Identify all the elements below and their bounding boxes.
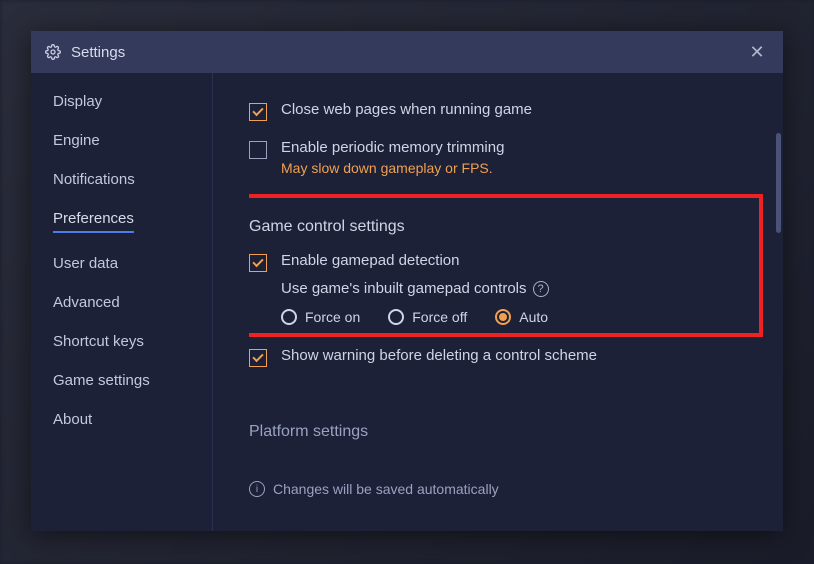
sidebar: Display Engine Notifications Preferences… [31, 73, 213, 531]
checkbox-icon[interactable] [249, 254, 267, 272]
settings-modal: Settings ✕ Display Engine Notifications … [31, 31, 783, 531]
option-label: Close web pages when running game [281, 101, 532, 118]
radio-label: Force on [305, 309, 360, 325]
sidebar-item-engine[interactable]: Engine [53, 132, 100, 149]
sidebar-item-notifications[interactable]: Notifications [53, 171, 135, 188]
radio-label: Force off [412, 309, 467, 325]
option-label: Enable gamepad detection [281, 252, 459, 269]
auto-save-note: i Changes will be saved automatically [249, 481, 763, 497]
checkbox-icon[interactable] [249, 349, 267, 367]
option-close-web-pages[interactable]: Close web pages when running game [249, 101, 763, 121]
option-label: Show warning before deleting a control s… [281, 347, 597, 364]
radio-icon [495, 309, 511, 325]
checkbox-icon[interactable] [249, 141, 267, 159]
section-title-platform: Platform settings [249, 423, 763, 441]
radio-force-off[interactable]: Force off [388, 309, 467, 325]
option-label: Enable periodic memory trimming [281, 139, 504, 156]
sidebar-item-shortcut-keys[interactable]: Shortcut keys [53, 333, 144, 350]
sidebar-item-game-settings[interactable]: Game settings [53, 372, 150, 389]
highlight-box: Game control settings Enable gamepad det… [249, 194, 763, 337]
radio-icon [281, 309, 297, 325]
option-memory-trimming[interactable]: Enable periodic memory trimming May slow… [249, 139, 763, 176]
titlebar: Settings ✕ [31, 31, 783, 73]
auto-save-text: Changes will be saved automatically [273, 481, 499, 497]
sidebar-item-advanced[interactable]: Advanced [53, 294, 120, 311]
radio-group-inbuilt-gamepad: Force on Force off Auto [281, 309, 747, 325]
checkbox-icon[interactable] [249, 103, 267, 121]
sidebar-item-preferences[interactable]: Preferences [53, 210, 134, 233]
radio-auto[interactable]: Auto [495, 309, 548, 325]
radio-icon [388, 309, 404, 325]
radio-label: Auto [519, 309, 548, 325]
scrollbar-thumb[interactable] [776, 133, 781, 233]
option-gamepad-detection[interactable]: Enable gamepad detection [249, 252, 747, 272]
content-pane: Close web pages when running game Enable… [213, 73, 783, 531]
radio-force-on[interactable]: Force on [281, 309, 360, 325]
sidebar-item-user-data[interactable]: User data [53, 255, 118, 272]
sidebar-item-about[interactable]: About [53, 411, 92, 428]
option-label: Use game's inbuilt gamepad controls [281, 280, 527, 297]
section-title-game-control: Game control settings [249, 218, 747, 236]
inbuilt-gamepad-row: Use game's inbuilt gamepad controls ? [281, 280, 747, 297]
gear-icon [45, 44, 61, 60]
sidebar-item-display[interactable]: Display [53, 93, 102, 110]
warning-text: May slow down gameplay or FPS. [281, 160, 504, 176]
info-icon: i [249, 481, 265, 497]
close-icon[interactable]: ✕ [745, 40, 769, 64]
modal-title: Settings [71, 44, 125, 61]
option-show-warning-delete[interactable]: Show warning before deleting a control s… [249, 347, 763, 367]
help-icon[interactable]: ? [533, 281, 549, 297]
